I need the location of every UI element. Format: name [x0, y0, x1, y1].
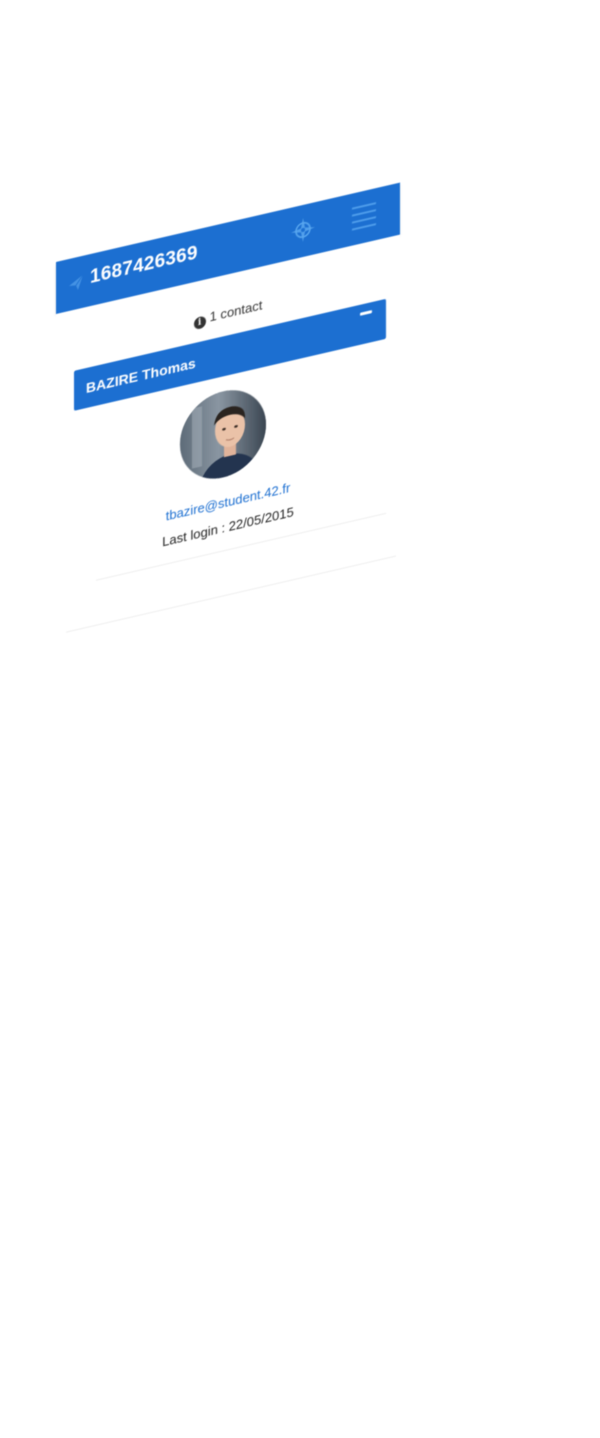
compass-icon[interactable] [290, 214, 316, 246]
send-icon[interactable] [68, 274, 84, 294]
minus-icon[interactable] [360, 310, 372, 316]
divider [66, 555, 396, 633]
contact-list: i1 contact BAZIRE Thomas tbazire@student… [56, 234, 400, 682]
contact-count-label: 1 contact [209, 297, 263, 325]
avatar [180, 381, 266, 488]
info-icon: i [193, 315, 206, 331]
phone-view: 1687426369 i1 contact BAZIRE Thomas tbaz… [56, 182, 400, 682]
screen: 1687426369 i1 contact BAZIRE Thomas tbaz… [0, 0, 600, 1438]
hamburger-menu-icon[interactable] [352, 202, 376, 231]
user-photo [180, 381, 266, 488]
page-title: 1687426369 [90, 242, 198, 289]
contact-name: BAZIRE Thomas [86, 354, 196, 397]
